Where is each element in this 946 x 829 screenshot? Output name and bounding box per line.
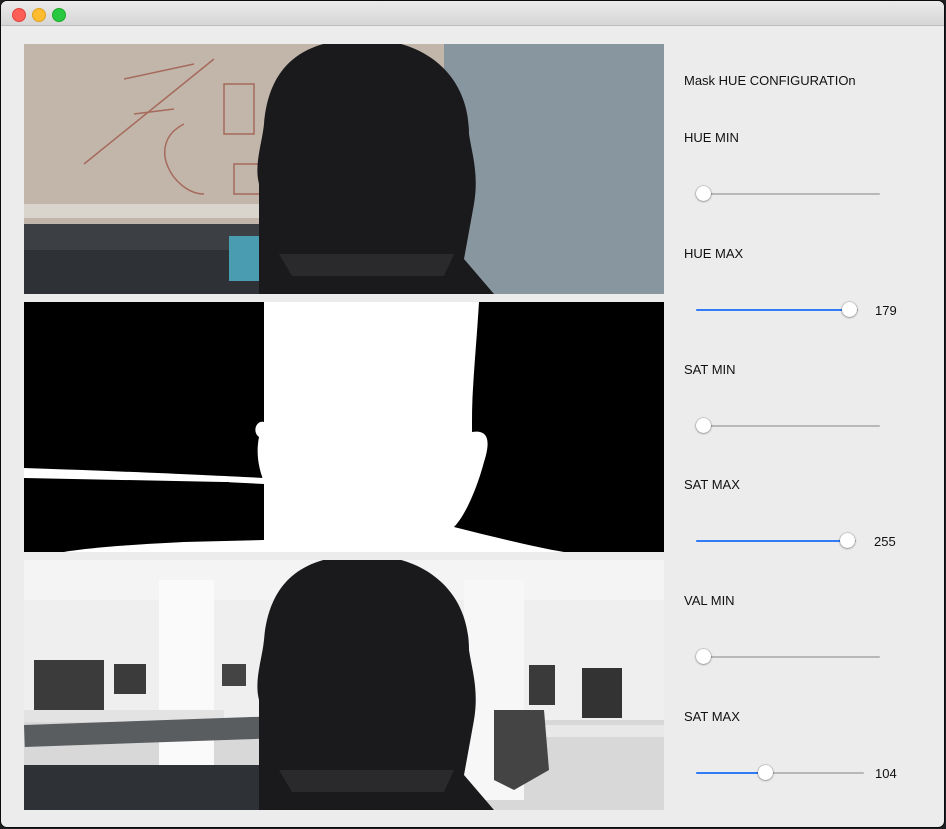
slider-fill xyxy=(696,772,766,774)
slider-knob[interactable] xyxy=(842,302,857,317)
slider-knob[interactable] xyxy=(840,533,855,548)
binary-mask-feed xyxy=(24,302,664,552)
close-window-button[interactable] xyxy=(12,8,26,22)
title-bar[interactable] xyxy=(1,1,944,26)
hue-max-value: 179 xyxy=(875,303,897,318)
slider-knob[interactable] xyxy=(696,186,711,201)
zoom-window-button[interactable] xyxy=(52,8,66,22)
sat-max-value: 255 xyxy=(874,534,896,549)
val-min-slider[interactable] xyxy=(696,647,880,667)
slider-fill xyxy=(696,540,848,542)
hue-min-label: HUE MIN xyxy=(684,130,739,145)
sat-min-slider[interactable] xyxy=(696,416,880,436)
val-min-label: VAL MIN xyxy=(684,593,735,608)
slider-track xyxy=(696,656,880,658)
hue-max-label: HUE MAX xyxy=(684,246,744,261)
slider-knob[interactable] xyxy=(696,649,711,664)
val-max-slider[interactable] xyxy=(696,763,864,783)
sat-max-label: SAT MAX xyxy=(684,477,740,492)
raw-camera-feed xyxy=(24,44,664,294)
slider-knob[interactable] xyxy=(696,418,711,433)
minimize-window-button[interactable] xyxy=(32,8,46,22)
val-max-value: 104 xyxy=(875,766,897,781)
hue-min-slider[interactable] xyxy=(696,184,880,204)
sat-max-slider[interactable] xyxy=(696,531,856,551)
val-max-label: SAT MAX xyxy=(684,709,740,724)
sat-min-label: SAT MIN xyxy=(684,362,736,377)
slider-fill xyxy=(696,309,850,311)
hue-max-slider[interactable] xyxy=(696,300,858,320)
slider-track xyxy=(696,193,880,195)
slider-track xyxy=(696,425,880,427)
slider-knob[interactable] xyxy=(757,765,773,780)
office-background-composite-feed xyxy=(24,560,664,810)
mask-config-title: Mask HUE CONFIGURATIOn xyxy=(684,73,856,88)
